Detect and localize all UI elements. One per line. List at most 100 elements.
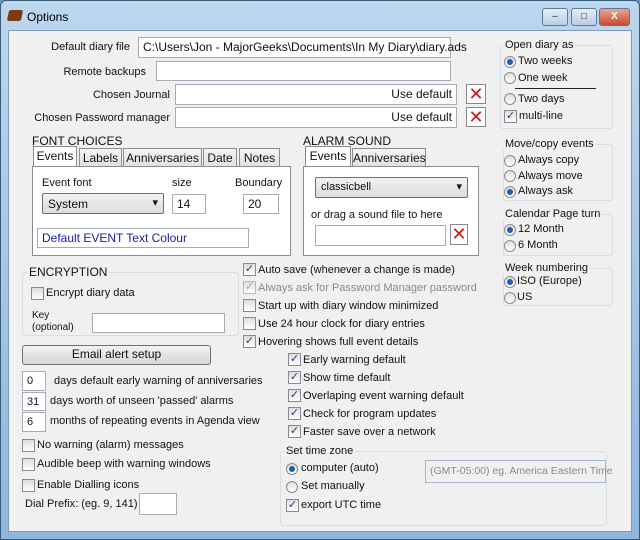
auto-save-label: Auto save (whenever a change is made) [258,264,455,276]
alarm-tab-anniversaries[interactable]: Anniversaries [352,148,426,167]
dialling-icons-label: Enable Dialling icons [37,479,140,491]
ask-password-checkbox[interactable]: ✓ [243,281,256,294]
multi-line-checkbox[interactable]: ✓ [504,110,517,123]
dial-prefix-label: Dial Prefix: (eg. 9, 141) [25,498,138,510]
one-week-radio[interactable] [504,72,516,84]
agenda-months-label: months of repeating events in Agenda vie… [50,415,260,427]
12-month-radio[interactable] [504,224,516,236]
agenda-months-input[interactable]: 6 [22,412,46,432]
two-days-label: Two days [518,93,565,105]
early-warning-default-label: Early warning default [303,354,406,366]
key-label: Key [32,310,50,321]
default-diary-label: Default diary file [51,41,130,53]
email-alert-setup-button[interactable]: Email alert setup [22,345,211,365]
no-warning-checkbox[interactable] [22,439,35,452]
alarm-sound-select[interactable]: classicbell [315,177,468,198]
always-move-label: Always move [518,170,583,182]
key-optional-label: (optional) [32,322,74,333]
page-turn-title: Calendar Page turn [503,208,603,220]
export-utc-label: export UTC time [301,499,382,511]
sound-file-input[interactable] [315,225,446,246]
always-ask-radio[interactable] [504,186,516,198]
overlapping-warning-label: Overlaping event warning default [303,390,464,402]
overlapping-warning-checkbox[interactable]: ✓ [288,389,301,402]
always-copy-radio[interactable] [504,155,516,167]
us-label: US [517,291,533,303]
clear-journal-button[interactable]: ✕ [466,84,486,104]
font-tab-anniversaries[interactable]: Anniversaries [123,148,202,167]
show-time-default-checkbox[interactable]: ✓ [288,371,301,384]
divider [515,88,596,89]
event-font-label: Event font [42,177,92,189]
hover-details-checkbox[interactable]: ✓ [243,335,256,348]
always-move-radio[interactable] [504,170,516,182]
encrypt-label: Encrypt diary data [46,287,135,299]
dialling-icons-checkbox[interactable] [22,479,35,492]
default-diary-input[interactable]: C:\Users\Jon - MajorGeeks\Documents\In M… [138,37,467,58]
audible-beep-checkbox[interactable] [22,458,35,471]
24-hour-clock-checkbox[interactable] [243,317,256,330]
font-size-input[interactable]: 14 [172,194,206,214]
event-font-select[interactable]: System [42,193,164,214]
passed-alarms-days-label: days worth of unseen 'passed' alarms [50,395,234,407]
remote-backups-input[interactable] [156,61,451,81]
two-weeks-label: Two weeks [518,55,573,67]
chosen-journal-input[interactable]: Use default [175,84,457,105]
set-manually-label: Set manually [301,480,365,492]
key-input[interactable] [92,313,225,333]
time-zone-input[interactable]: (GMT-05:00) eg. America Eastern Time [425,460,613,483]
default-event-colour-button[interactable]: Default EVENT Text Colour [37,228,249,248]
chosen-journal-label: Chosen Journal [92,89,170,101]
early-warning-days-label: days default early warning of anniversar… [54,375,263,387]
set-manually-radio[interactable] [286,481,298,493]
font-tab-notes[interactable]: Notes [239,148,280,167]
auto-save-checkbox[interactable]: ✓ [243,263,256,276]
encryption-title: ENCRYPTION [27,265,110,279]
remote-backups-label: Remote backups [63,66,146,78]
two-weeks-radio[interactable] [504,56,516,68]
6-month-label: 6 Month [518,239,558,251]
check-updates-checkbox[interactable]: ✓ [288,407,301,420]
24-hour-clock-label: Use 24 hour clock for diary entries [258,318,425,330]
audible-beep-label: Audible beep with warning windows [37,458,211,470]
early-warning-default-checkbox[interactable]: ✓ [288,353,301,366]
chosen-password-input[interactable]: Use default [175,107,457,128]
one-week-label: One week [518,72,568,84]
font-tab-events[interactable]: Events [33,146,77,166]
passed-alarms-days-input[interactable]: 31 [22,392,46,411]
two-days-radio[interactable] [504,93,516,105]
start-minimized-checkbox[interactable] [243,299,256,312]
clear-sound-button[interactable]: ✕ [450,224,468,245]
open-diary-title: Open diary as [503,39,576,51]
iso-radio[interactable] [504,276,516,288]
us-radio[interactable] [504,292,516,304]
font-tab-labels[interactable]: Labels [79,148,122,167]
faster-save-checkbox[interactable]: ✓ [288,425,301,438]
alarm-tab-events[interactable]: Events [305,146,351,166]
time-zone-title: Set time zone [284,445,356,457]
boundary-label: Boundary [235,177,283,189]
encrypt-checkbox[interactable] [31,287,44,300]
computer-auto-radio[interactable] [286,463,298,475]
always-ask-label: Always ask [518,185,574,197]
faster-save-label: Faster save over a network [303,426,436,438]
early-warning-days-input[interactable]: 0 [22,371,46,391]
boundary-input[interactable]: 20 [243,194,279,214]
multi-line-label: multi-line [519,110,564,122]
clear-password-button[interactable]: ✕ [466,107,486,127]
6-month-radio[interactable] [504,240,516,252]
iso-label: ISO (Europe) [517,275,582,287]
drag-sound-label: or drag a sound file to here [311,209,443,221]
hover-details-label: Hovering shows full event details [258,336,419,348]
move-copy-title: Move/copy events [503,138,596,150]
computer-auto-label: computer (auto) [301,462,379,474]
export-utc-checkbox[interactable]: ✓ [286,499,299,512]
always-copy-label: Always copy [518,154,580,166]
12-month-label: 12 Month [518,223,564,235]
chosen-password-label: Chosen Password manager [34,112,170,124]
week-numbering-title: Week numbering [503,262,590,274]
dial-prefix-input[interactable] [139,493,177,515]
show-time-default-label: Show time default [303,372,391,384]
font-tab-date[interactable]: Date [203,148,237,167]
start-minimized-label: Start up with diary window minimized [258,300,439,312]
